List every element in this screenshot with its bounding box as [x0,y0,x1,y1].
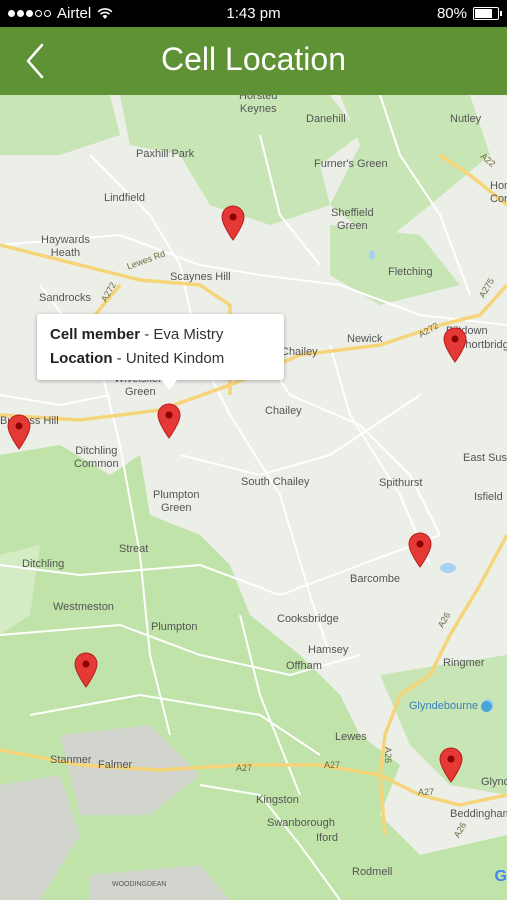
place-label: Furner's Green [314,158,388,170]
location-marker[interactable] [74,652,98,688]
info-separator: - [140,326,154,343]
map-pin-icon [221,205,245,241]
location-marker[interactable] [157,403,181,439]
place-label: Scaynes Hill [170,271,231,283]
map-pin-icon [157,403,181,439]
location-marker[interactable] [408,532,432,568]
place-label: Paxhill Park [136,148,195,160]
info-member-row: Cell member - Eva Mistry [50,326,223,343]
place-label: Newick [347,333,383,345]
place-label: Glynde [481,776,507,788]
place-label: Lewes [335,731,367,743]
location-marker[interactable] [443,327,467,363]
place-label: WOODINGDEAN [112,881,167,888]
place-label: Ditchling [22,558,65,570]
place-label: Sandrocks [39,292,91,304]
info-location-value: United Kindom [125,350,225,367]
road-label: A26 [383,746,394,764]
location-marker[interactable] [7,414,31,450]
place-label: Rodmell [352,866,393,878]
place-label: Sheffield Green [331,207,374,232]
map-pin-icon [7,414,31,450]
place-label: Isfield [474,491,503,503]
app-header: Cell Location [0,27,507,95]
map-pin-icon [439,747,463,783]
place-label: Plumpton Green [153,489,200,514]
place-label: Fletching [388,266,433,278]
page-title: Cell Location [161,41,346,77]
place-label: Cooksbridge [277,613,339,625]
place-label: Plumpton [151,621,198,633]
map-pin-icon [408,532,432,568]
place-label: Chailey [265,405,302,417]
location-marker[interactable] [439,747,463,783]
status-right: 80% [436,5,502,22]
place-label: South Chailey [241,476,310,488]
place-label: Chailey [281,346,318,358]
status-bar: Airtel 1:43 pm 80% [0,0,507,27]
place-label: Stanmer [50,754,92,766]
google-logo[interactable]: G [495,868,507,886]
place-label: Danehill [306,113,346,125]
place-label: Spithurst [379,477,423,489]
place-label: Beddingham [450,808,507,820]
place-label: Barcombe [350,573,401,585]
place-label: Lindfield [104,192,145,204]
place-label: Hamsey [308,644,349,656]
marker-info-window[interactable]: Cell member - Eva Mistry Location - Unit… [37,314,284,390]
info-location-label: Location [50,350,113,367]
place-label: Nutley [450,113,482,125]
battery-icon [473,7,502,20]
info-separator: - [112,350,126,367]
place-label: Ringmer [443,657,485,669]
place-label: Swanborough [267,817,335,829]
place-label: Glyndebourne [409,700,493,713]
clock: 1:43 pm [226,5,281,22]
place-label: Westmeston [53,601,114,613]
info-location-row: Location - United Kindom [50,350,224,367]
place-label: Ditchling Common [74,445,119,470]
map-pin-icon [443,327,467,363]
place-label: Hor Cor [490,180,507,205]
map-view[interactable]: Horsted Keynes Danehill Nutley Paxhill P… [0,95,507,900]
place-label: Offham [286,660,322,672]
location-marker[interactable] [221,205,245,241]
info-member-label: Cell member [50,326,141,343]
place-label: Iford [316,832,339,844]
poi-icon [481,700,493,712]
road-label: A27 [418,787,435,797]
place-label: Haywards Heath [41,234,90,259]
road-label: A27 [236,763,253,773]
place-label: Horsted Keynes [239,95,278,115]
battery-percent: 80% [436,5,467,22]
place-label: Falmer [98,759,133,771]
place-label: East Sussex [463,452,507,464]
place-label: Streat [119,543,149,555]
place-label: Kingston [256,794,299,806]
map-pin-icon [74,652,98,688]
info-member-value: Eva Mistry [153,326,224,343]
map-background [0,95,507,900]
road-label: A27 [324,760,341,770]
